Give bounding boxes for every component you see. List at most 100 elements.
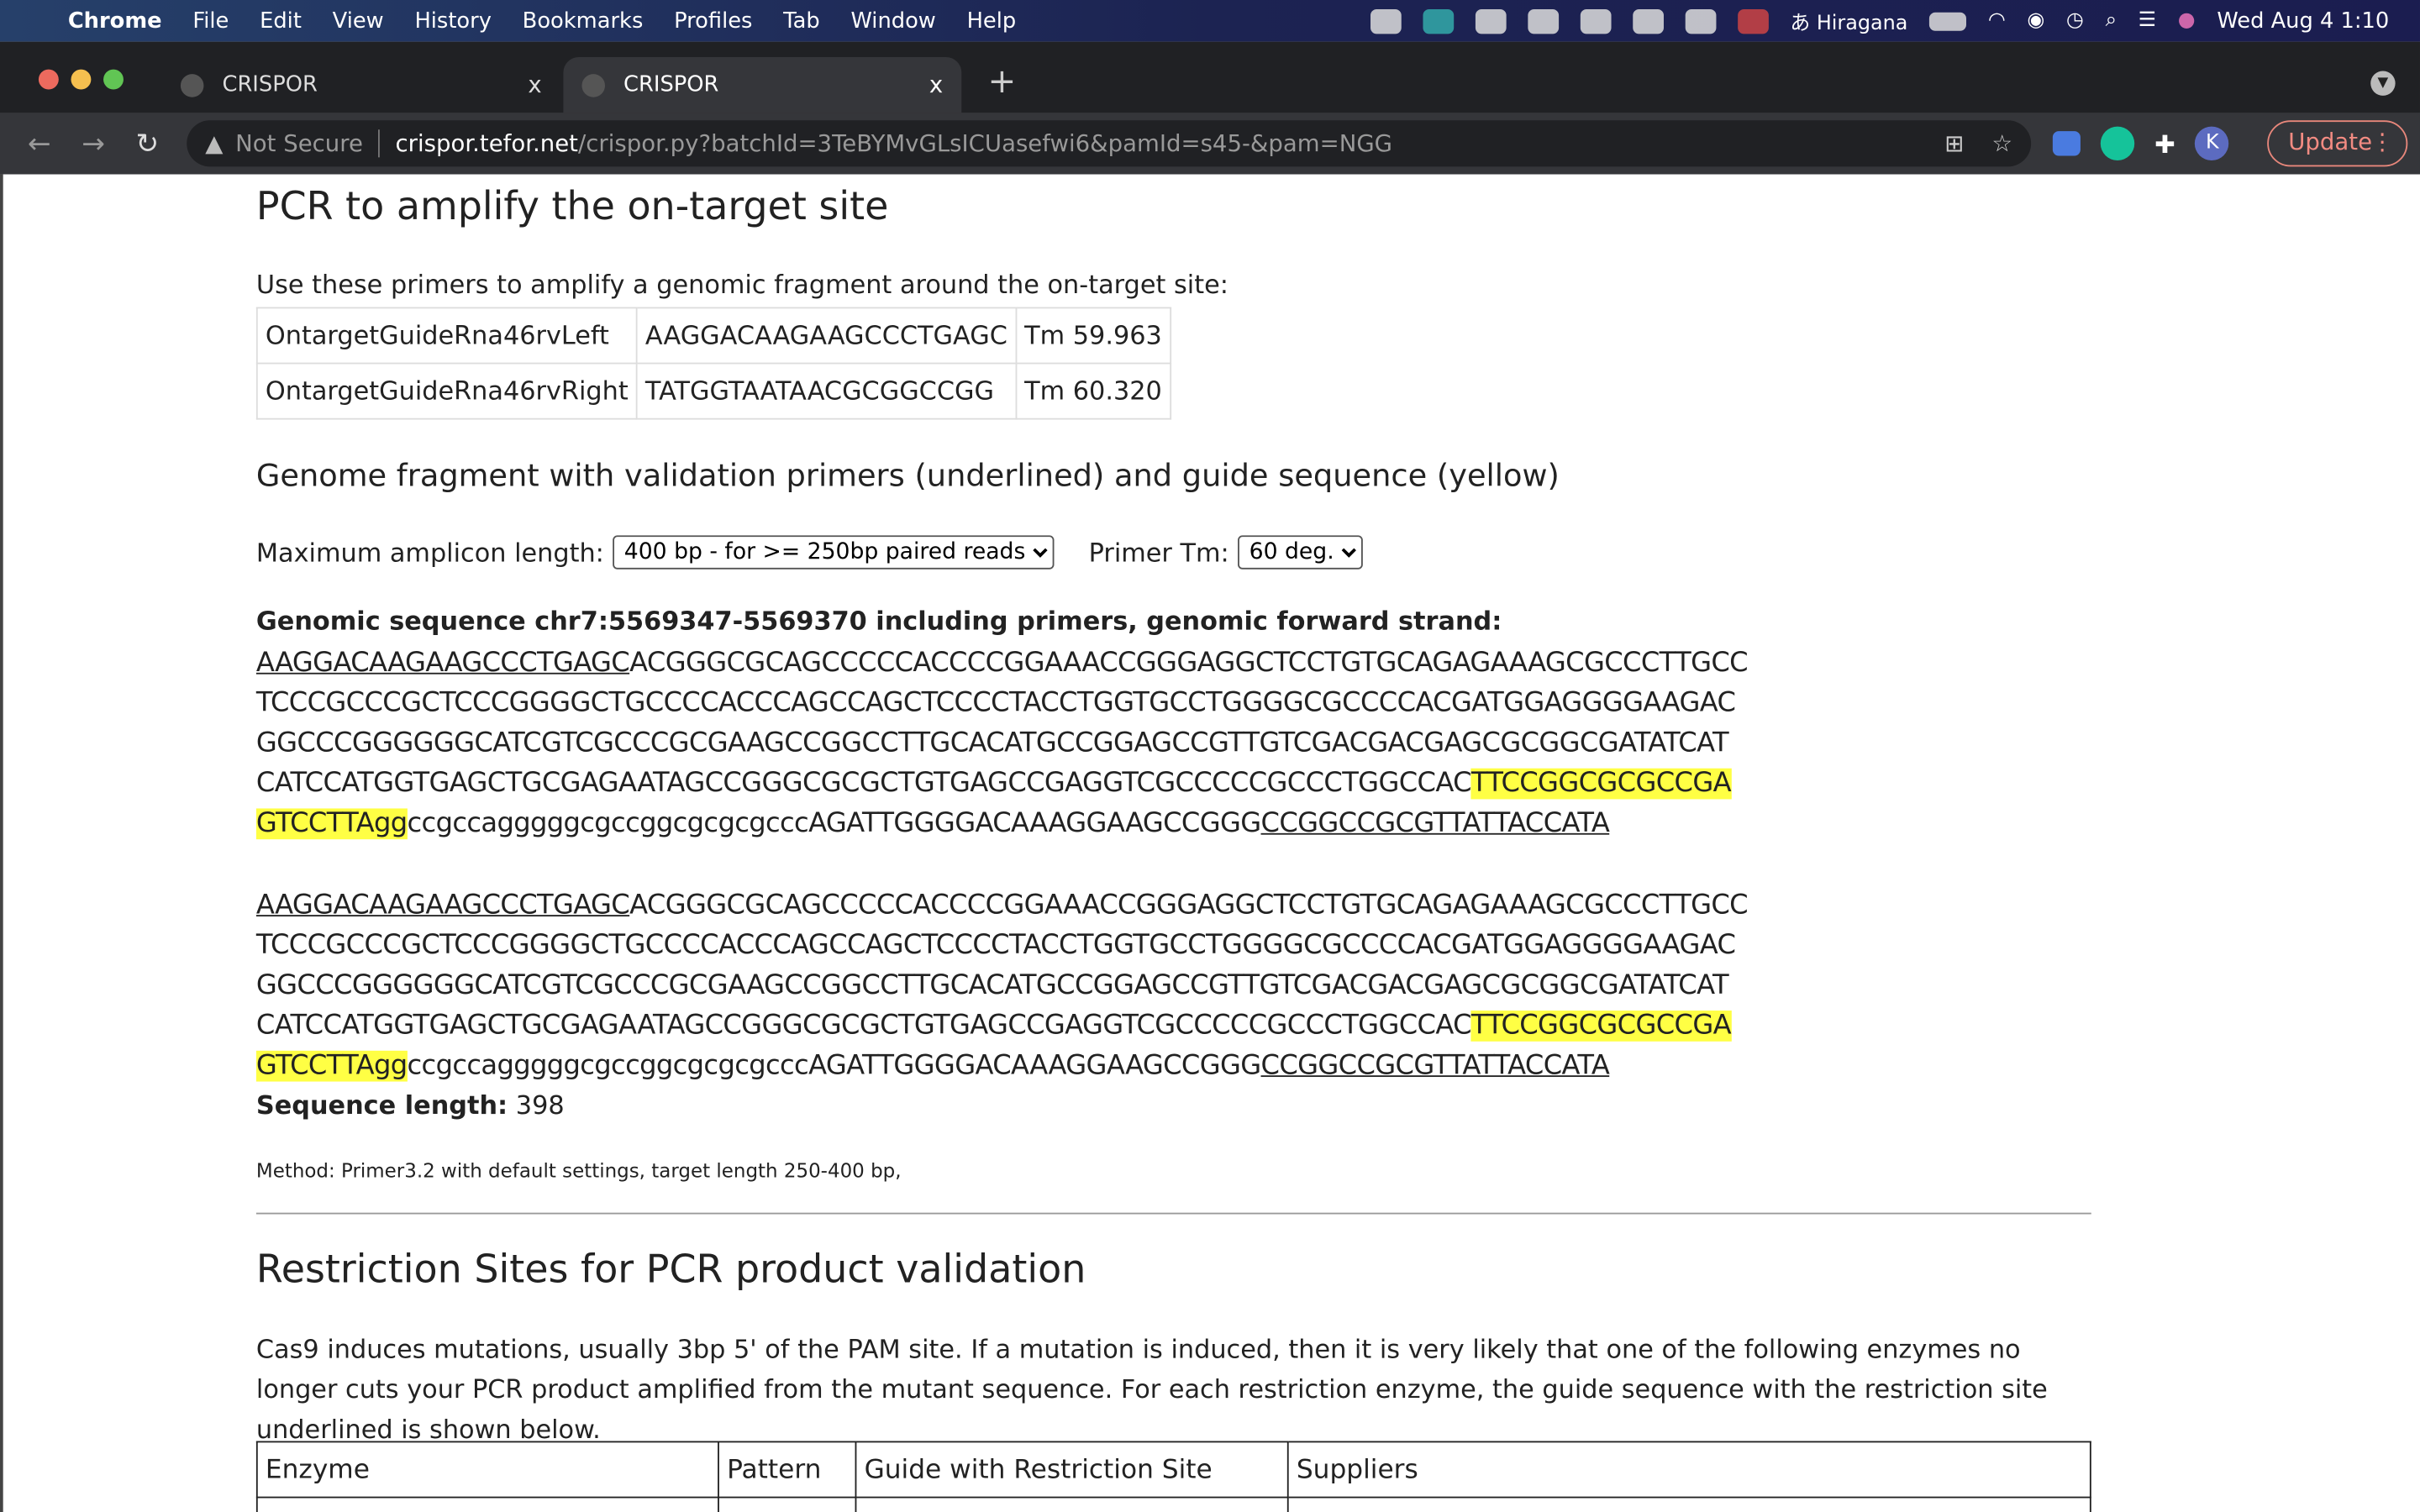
tab-close-button[interactable]: x xyxy=(528,71,541,98)
primer-tm-select[interactable]: 60 deg. xyxy=(1238,535,1364,570)
primer-table: OntargetGuideRna46rvLeft AAGGACAAGAAGCCCT… xyxy=(255,307,1171,420)
menu-profiles[interactable]: Profiles xyxy=(674,8,752,33)
sequence-segment: TCCCGCCCGCTCCCGGGGCTGCCCCACCCAGCCAGCTCCC… xyxy=(255,688,1736,719)
zoom-window-button[interactable] xyxy=(103,69,124,90)
length-value: 398 xyxy=(515,1090,565,1121)
divider xyxy=(255,1212,2091,1215)
clock[interactable]: Wed Aug 4 1:10 xyxy=(2217,8,2389,33)
docker-icon[interactable] xyxy=(1633,8,1664,34)
profile-avatar[interactable]: K xyxy=(2195,126,2229,161)
guide-segment: TTCCGGCGCGCCGA xyxy=(1470,768,1732,800)
time-machine-icon[interactable]: ◷ xyxy=(2066,9,2084,33)
primer-tm: Tm 60.320 xyxy=(1015,362,1171,420)
status-error-icon[interactable] xyxy=(1737,8,1769,34)
new-tab-button[interactable]: + xyxy=(988,63,1017,102)
toolbar: ← → ↻ ▲ Not Secure crispor.tefor.net/cri… xyxy=(0,113,2420,175)
menu-chrome[interactable]: Chrome xyxy=(68,8,162,33)
wifi-icon[interactable]: ◠ xyxy=(1988,9,2006,33)
sequence-segment: ACGGGCGCAGCCCCCACCCCGGAAACCGGGAGGCTCCTGT… xyxy=(629,890,1748,921)
sequence-line: GTCCTTAggccgccagggggcgccggcgcgcgcccAGATT… xyxy=(255,1046,1748,1086)
tab-crispor-1[interactable]: CRISPOR x xyxy=(162,57,560,113)
tab-title: CRISPOR xyxy=(623,72,719,97)
guide-segment: GTCCTTAgg xyxy=(255,1050,408,1082)
sequence-segment: CATCCATGGTGAGCTGCGAGAATAGCCGGGCGCGCTGTGA… xyxy=(255,768,1472,800)
eset-icon[interactable] xyxy=(1423,8,1454,34)
update-button[interactable]: Update ⋮ xyxy=(2266,120,2408,167)
address-bar[interactable]: ▲ Not Secure crispor.tefor.net/crispor.p… xyxy=(187,120,2032,167)
menu-file[interactable]: File xyxy=(192,8,229,33)
tab-title: CRISPOR xyxy=(222,72,318,97)
tab-close-button[interactable]: x xyxy=(929,71,943,98)
minimize-window-button[interactable] xyxy=(71,69,92,90)
menu-history[interactable]: History xyxy=(414,8,491,33)
control-center-icon[interactable]: ☰ xyxy=(2139,9,2156,33)
sequence-line: CATCCATGGTGAGCTGCGAGAATAGCCGGGCGCGCTGTGA… xyxy=(256,1006,1748,1047)
line-icon[interactable] xyxy=(1475,8,1507,34)
hiragana-icon: あ xyxy=(1790,12,1817,36)
url-host: crispor.tefor.net xyxy=(395,129,578,158)
menu-tab[interactable]: Tab xyxy=(783,8,820,33)
header-enzyme: Enzyme xyxy=(255,1441,719,1499)
siri-icon[interactable]: ● xyxy=(2178,9,2196,33)
translate-icon[interactable]: ⊞ xyxy=(1944,129,1964,157)
primer-name: OntargetGuideRna46rvRight xyxy=(255,362,638,420)
fragment-title: Genome fragment with validation primers … xyxy=(255,456,1560,494)
browser-chrome: CRISPOR x CRISPOR x + ▼ ← → ↻ ▲ Not Secu… xyxy=(0,41,2420,175)
user-icon[interactable]: ◉ xyxy=(2027,9,2044,33)
sequence-segment: GGCCCGGGGGGCATCGTCGCCCGCGAAGCCGGCCTTGCAC… xyxy=(255,727,1729,759)
menu-edit[interactable]: Edit xyxy=(260,8,302,33)
battery-icon[interactable] xyxy=(1929,11,1967,30)
spotlight-icon[interactable]: ⌕ xyxy=(2106,9,2117,33)
cloud-icon[interactable] xyxy=(1370,8,1402,34)
status-area: あ Hiragana ◠ ◉ ◷ ⌕ ☰ ● Wed Aug 4 1:10 xyxy=(1370,6,2420,35)
amplicon-length-select[interactable]: 400 bp - for >= 250bp paired reads xyxy=(613,535,1055,570)
back-button[interactable]: ← xyxy=(13,128,66,160)
extension-tag-icon[interactable] xyxy=(2052,131,2081,156)
forward-button[interactable]: → xyxy=(66,128,120,160)
keyboard-icon[interactable] xyxy=(1685,8,1717,34)
puzzle-icon[interactable]: ✚ xyxy=(2154,129,2175,158)
extensions: ✚ K xyxy=(2052,126,2229,161)
page-content: PCR to amplify the on-target site Use th… xyxy=(0,174,2420,1512)
warning-icon: ▲ xyxy=(205,129,224,158)
menu-bookmarks[interactable]: Bookmarks xyxy=(523,8,644,33)
table-header-row: Enzyme Pattern Guide with Restriction Si… xyxy=(255,1441,2091,1499)
tab-crispor-2[interactable]: CRISPOR x xyxy=(563,56,962,113)
header-guide: Guide with Restriction Site xyxy=(855,1441,1289,1499)
sequence-segment: ccgccagggggcgccggcgcgcgcccAGATTGGGGACAAA… xyxy=(407,808,1262,840)
sequence-segment: GGCCCGGGGGGCATCGTCGCCCGCGAAGCCGGCCTTGCAC… xyxy=(255,970,1729,1002)
sequence-line: GGCCCGGGGGGCATCGTCGCCCGCGAAGCCGGCCTTGCAC… xyxy=(256,723,1748,764)
menu-view[interactable]: View xyxy=(333,8,384,33)
security-label[interactable]: Not Secure xyxy=(235,129,363,157)
reload-button[interactable]: ↻ xyxy=(120,128,174,160)
sequence-line: CATCCATGGTGAGCTGCGAGAATAGCCGGGCGCGCTGTGA… xyxy=(256,764,1748,804)
primer-tm: Tm 59.963 xyxy=(1015,307,1171,365)
input-method[interactable]: あ Hiragana xyxy=(1790,6,1907,36)
more-menu-icon[interactable]: ⋮ xyxy=(2370,122,2394,164)
sequence-line: TCCCGCCCGCTCCCGGGGCTGCCCCACCCAGCCAGCTCCC… xyxy=(256,926,1748,966)
sequence-segment: ccgccagggggcgccggcgcgcgcccAGATTGGGGACAAA… xyxy=(407,1050,1262,1082)
primer-segment: AAGGACAAGAAGCCCTGAGC xyxy=(255,890,630,921)
restriction-title: Restriction Sites for PCR product valida… xyxy=(255,1247,1086,1292)
primer-name: OntargetGuideRna46rvLeft xyxy=(255,307,638,365)
url-path: /crispor.py?batchId=3TeBYMvGLsICUasefwi6… xyxy=(577,129,1393,158)
share-icon[interactable] xyxy=(1528,8,1559,34)
menu-window[interactable]: Window xyxy=(850,8,935,33)
tab-search-icon[interactable]: ▼ xyxy=(2370,71,2396,96)
creative-cloud-icon[interactable] xyxy=(1580,8,1612,34)
update-label: Update xyxy=(2288,128,2373,156)
grammarly-icon[interactable] xyxy=(2100,126,2135,161)
guide-segment: GTCCTTAgg xyxy=(255,808,408,840)
restriction-table: Enzyme Pattern Guide with Restriction Si… xyxy=(255,1441,2091,1512)
menu-help[interactable]: Help xyxy=(967,8,1017,33)
sequence-line: AAGGACAAGAAGCCCTGAGCACGGGCGCAGCCCCCACCCC… xyxy=(255,643,1749,684)
sequence-line: TCCCGCCCGCTCCCGGGGCTGCCCCACCCAGCCAGCTCCC… xyxy=(256,684,1748,724)
primer-segment: AAGGACAAGAAGCCCTGAGC xyxy=(255,648,630,680)
genomic-label: Genomic sequence chr7:5569347-5569370 in… xyxy=(255,606,1502,636)
sequence-segment: CATCCATGGTGAGCTGCGAGAATAGCCGGGCGCGCTGTGA… xyxy=(255,1011,1472,1042)
close-window-button[interactable] xyxy=(38,69,59,90)
sequence-line: GGCCCGGGGGGCATCGTCGCCCGCGAAGCCGGCCTTGCAC… xyxy=(256,966,1748,1006)
table-row: OntargetGuideRna46rvLeft AAGGACAAGAAGCCCT… xyxy=(255,307,1171,365)
bookmark-star-icon[interactable]: ☆ xyxy=(1991,129,2012,157)
divider xyxy=(378,129,381,158)
